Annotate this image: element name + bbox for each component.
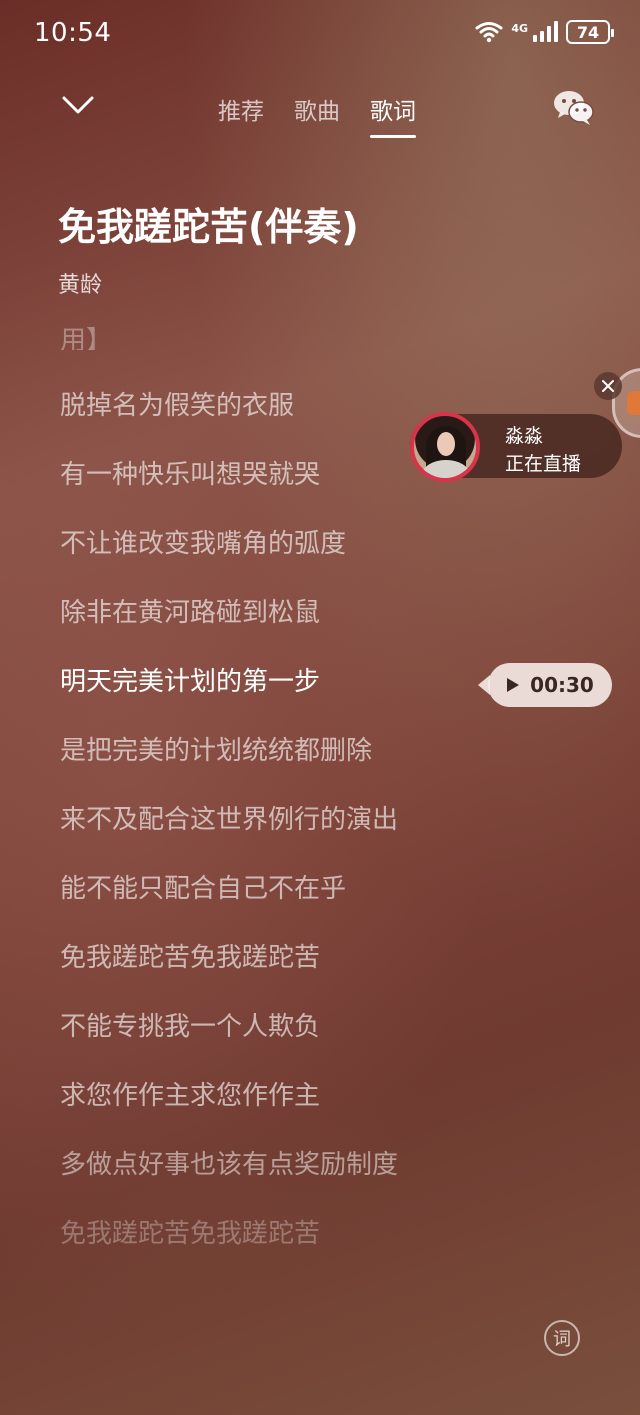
- lyric-line[interactable]: 免我蹉跎苦免我蹉跎苦: [60, 938, 480, 1007]
- lyric-line[interactable]: 免我蹉跎苦免我蹉跎苦: [60, 1214, 480, 1283]
- live-stream-widget[interactable]: 淼淼 正在直播: [410, 412, 622, 482]
- live-streamer-name: 淼淼: [505, 425, 544, 447]
- top-nav: 推荐 歌曲 歌词: [0, 78, 640, 138]
- status-icons: 4G 74: [475, 20, 614, 44]
- live-status: 正在直播: [505, 453, 582, 475]
- wifi-icon: [475, 22, 503, 43]
- lyric-line-current[interactable]: 明天完美计划的第一步: [60, 662, 480, 731]
- play-icon: [507, 678, 520, 692]
- lyric-line[interactable]: 来不及配合这世界例行的演出: [60, 800, 480, 869]
- avatar: [410, 412, 480, 482]
- lyric-line[interactable]: 能不能只配合自己不在乎: [60, 869, 480, 938]
- lyric-toggle-icon[interactable]: 词: [544, 1320, 580, 1356]
- battery-level: 74: [576, 22, 600, 42]
- chevron-down-icon[interactable]: [58, 90, 98, 120]
- lyric-line[interactable]: 不能专挑我一个人欺负: [60, 1007, 480, 1076]
- network-label: 4G: [511, 22, 528, 35]
- lyric-line-partial: 用】: [60, 326, 113, 350]
- lyric-line[interactable]: 不让谁改变我嘴角的弧度: [60, 524, 480, 593]
- status-bar: 10:54 4G 74: [0, 0, 640, 70]
- close-live-button[interactable]: [594, 372, 622, 400]
- lyric-line[interactable]: 求您作作主求您作作主: [60, 1076, 480, 1145]
- seek-to-time-button[interactable]: 00:30: [478, 663, 612, 707]
- tab-lyrics[interactable]: 歌词: [370, 92, 416, 138]
- status-time: 10:54: [34, 18, 112, 48]
- tab-recommend[interactable]: 推荐: [218, 92, 264, 136]
- close-icon: [602, 380, 614, 392]
- seek-time: 00:30: [530, 673, 594, 697]
- lyric-line[interactable]: 多做点好事也该有点奖励制度: [60, 1145, 480, 1214]
- artist-name[interactable]: 黄龄: [58, 267, 102, 299]
- wechat-icon[interactable]: [552, 88, 596, 126]
- tab-song[interactable]: 歌曲: [294, 92, 340, 136]
- song-title: 免我蹉跎苦(伴奏): [58, 205, 359, 249]
- avatar-face: [437, 432, 455, 456]
- lyric-line[interactable]: 是把完美的计划统统都删除: [60, 731, 480, 800]
- tab-bar: 推荐 歌曲 歌词: [218, 92, 416, 138]
- signal-icon: [533, 21, 558, 42]
- lyrics-list: 脱掉名为假笑的衣服 有一种快乐叫想哭就哭 不让谁改变我嘴角的弧度 除非在黄河路碰…: [60, 386, 480, 1283]
- battery-indicator: 74: [566, 20, 614, 44]
- lyric-line[interactable]: 除非在黄河路碰到松鼠: [60, 593, 480, 662]
